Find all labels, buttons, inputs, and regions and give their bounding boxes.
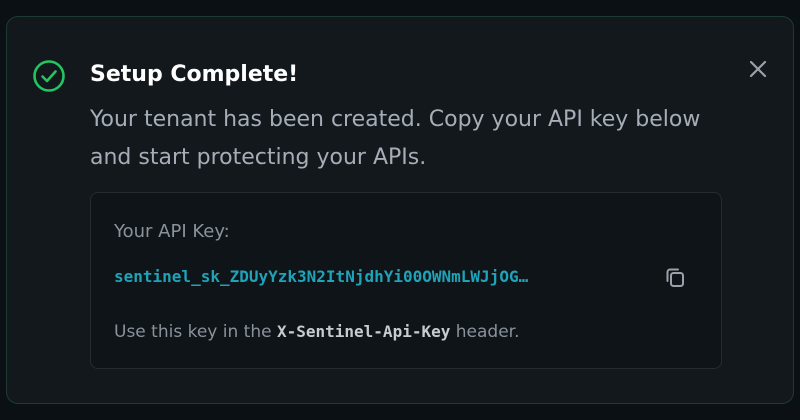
check-circle-icon (33, 60, 65, 92)
header-name: X-Sentinel-Api-Key (276, 322, 451, 341)
copy-icon (666, 268, 684, 287)
api-key-box: Your API Key: sentinel_sk_ZDUyYzk3N2ItNj… (90, 192, 722, 369)
hint-prefix: Use this key in the (114, 322, 272, 342)
dialog-title: Setup Complete! (90, 62, 299, 87)
hint-suffix: header. (455, 322, 520, 342)
close-icon (749, 60, 767, 78)
api-key-value[interactable]: sentinel_sk_ZDUyYzk3N2ItNjdhYi00OWNmLWJj… (114, 266, 634, 288)
setup-complete-dialog: Setup Complete! Your tenant has been cre… (6, 16, 794, 404)
dialog-description: Your tenant has been created. Copy your … (90, 107, 701, 170)
api-key-label: Your API Key: (114, 221, 230, 242)
api-key-hint: Use this key in the X-Sentinel-Api-Key h… (114, 321, 520, 343)
copy-api-key-button[interactable] (661, 263, 689, 291)
close-button[interactable] (746, 57, 770, 81)
